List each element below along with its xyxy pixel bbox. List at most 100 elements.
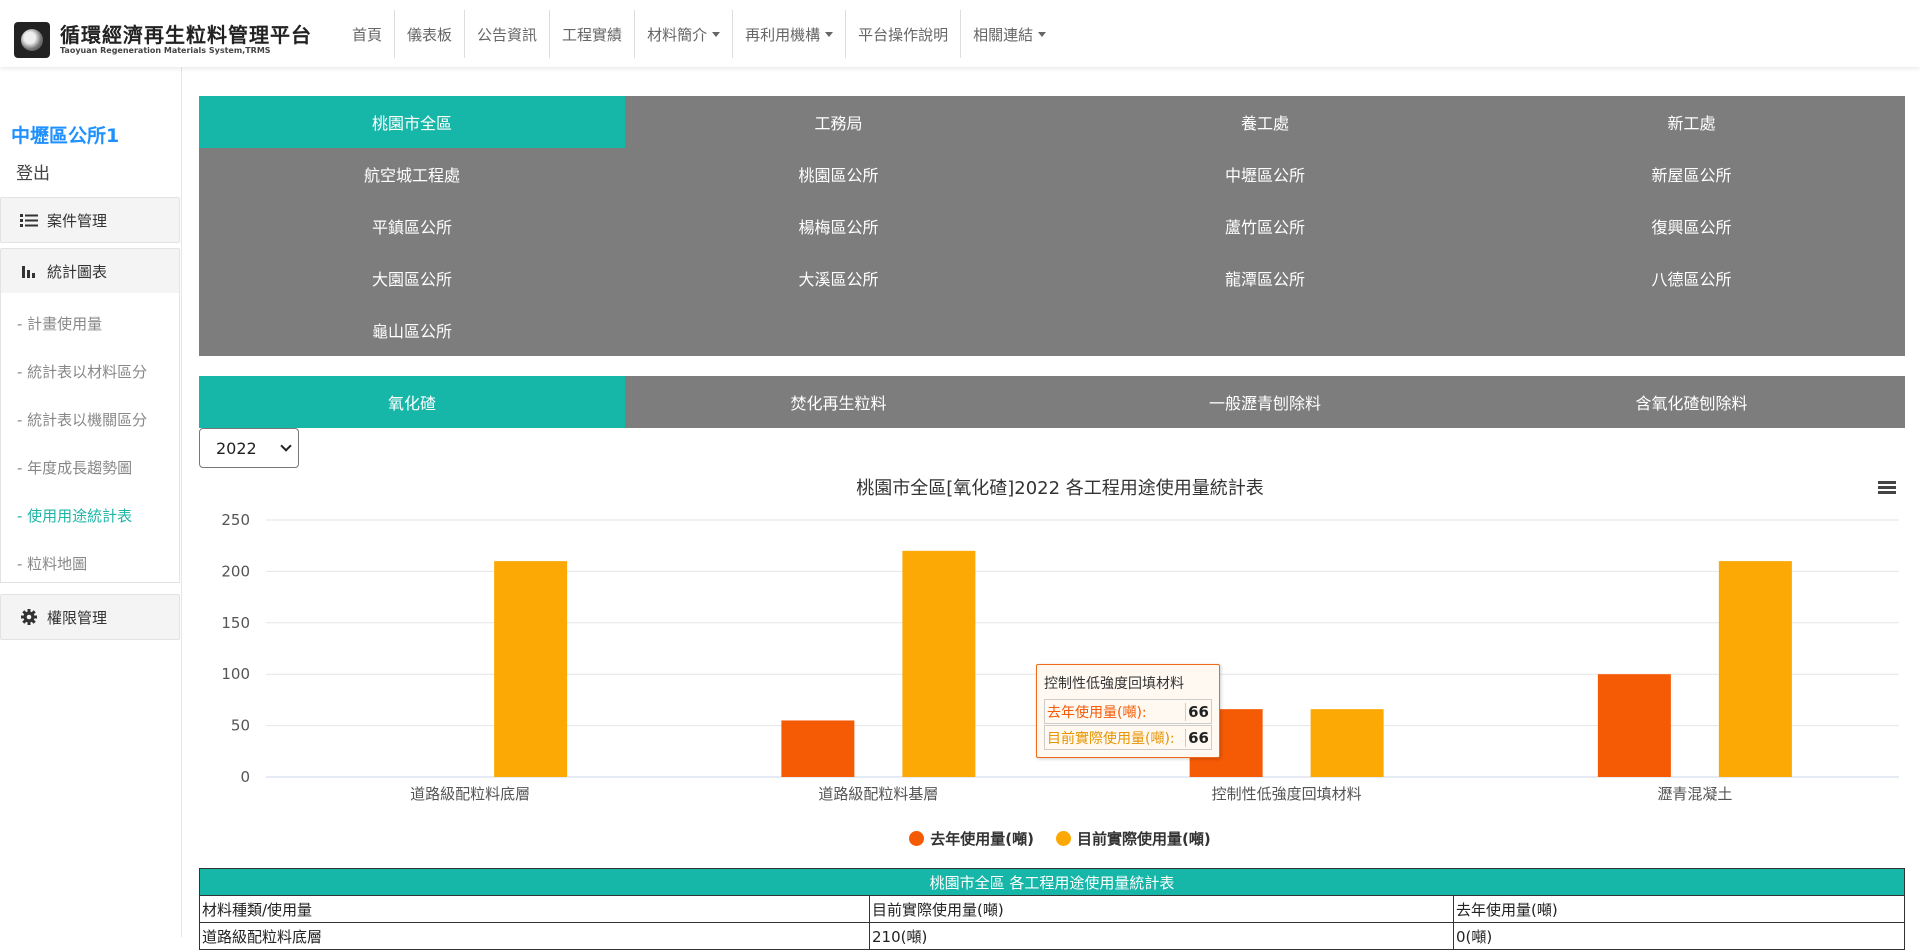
- agency-tab[interactable]: 桃園區公所: [626, 148, 1052, 200]
- year-select[interactable]: 2022: [199, 428, 299, 468]
- y-tick-label: 250: [221, 511, 250, 529]
- agency-tab[interactable]: 復興區公所: [1479, 200, 1905, 252]
- material-tab[interactable]: 一般瀝青刨除料: [1052, 376, 1478, 428]
- nav-item[interactable]: 儀表板: [395, 10, 466, 58]
- x-tick-label: 瀝青混凝土: [1657, 785, 1732, 803]
- legend-label: 目前實際使用量(噸): [1077, 830, 1211, 848]
- bar-last-year[interactable]: [1597, 674, 1671, 777]
- x-tick-label: 道路級配粒料基層: [818, 785, 938, 803]
- nav-item-label: 首頁: [352, 25, 383, 44]
- chart-tooltip: 控制性低強度回填材料 去年使用量(噸): 66 目前實際使用量(噸): 66: [1036, 664, 1220, 758]
- sidebar-link-material-map[interactable]: - 粒料地圖: [17, 553, 87, 574]
- nav-item[interactable]: 再利用機構: [733, 10, 847, 58]
- sidebar-link-annual-trend[interactable]: - 年度成長趨勢圖: [17, 457, 132, 478]
- caret-down-icon: [1038, 31, 1047, 37]
- tooltip-label: 去年使用量(噸):: [1047, 704, 1147, 721]
- y-tick-label: 100: [221, 665, 250, 683]
- agency-tab[interactable]: 龜山區公所: [199, 304, 625, 356]
- sidebar-group-permissions[interactable]: 權限管理: [0, 594, 180, 640]
- bar-chart-icon: [19, 264, 39, 279]
- legend-marker: [909, 831, 925, 846]
- sidebar-group-label: 統計圖表: [47, 262, 108, 281]
- agency-tab[interactable]: 蘆竹區公所: [1052, 200, 1478, 252]
- caret-down-icon: [712, 31, 721, 37]
- sidebar-link-by-agency[interactable]: - 統計表以機關區分: [17, 409, 147, 430]
- logo-icon: [14, 22, 50, 58]
- agency-tab[interactable]: 養工處: [1052, 96, 1478, 148]
- site-logo[interactable]: 循環經濟再生粒料管理平台 Taoyuan Regeneration Materi…: [14, 22, 312, 58]
- sidebar-group-label: 權限管理: [47, 608, 108, 627]
- chart-title: 桃園市全區[氧化碴]2022 各工程用途使用量統計表: [856, 478, 1264, 499]
- nav-item-label: 再利用機構: [745, 25, 821, 44]
- x-tick-label: 道路級配粒料底層: [410, 785, 530, 803]
- material-tab[interactable]: 氧化碴: [199, 376, 625, 428]
- list-icon: [19, 213, 39, 228]
- nav-item[interactable]: 相關連結: [961, 10, 1058, 58]
- x-tick-label: 控制性低強度回填材料: [1212, 785, 1362, 803]
- nav-item-label: 材料簡介: [647, 25, 708, 44]
- table-cell: 0(噸): [1453, 922, 1905, 950]
- nav-item-label: 相關連結: [973, 25, 1034, 44]
- user-name: 中壢區公所1: [11, 125, 120, 147]
- sidebar-link-by-material[interactable]: - 統計表以材料區分: [17, 361, 147, 382]
- agency-tab[interactable]: 龍潭區公所: [1052, 252, 1478, 304]
- nav-item[interactable]: 公告資訊: [465, 10, 551, 58]
- chart-menu-icon[interactable]: [1878, 481, 1896, 495]
- y-tick-label: 50: [231, 717, 250, 735]
- sidebar-link-usage-purpose[interactable]: - 使用用途統計表: [17, 505, 132, 526]
- material-tab[interactable]: 焚化再生粒料: [626, 376, 1052, 428]
- nav-item[interactable]: 材料簡介: [635, 10, 734, 58]
- usage-table: 桃園市全區 各工程用途使用量統計表 材料種類/使用量 目前實際使用量(噸) 去年…: [199, 868, 1905, 950]
- legend-label: 去年使用量(噸): [930, 830, 1034, 848]
- agency-tab[interactable]: 楊梅區公所: [626, 200, 1052, 252]
- legend-item[interactable]: 去年使用量(噸): [909, 828, 1034, 849]
- nav-item[interactable]: 工程實績: [550, 10, 636, 58]
- table-header-current: 目前實際使用量(噸): [869, 895, 1454, 923]
- material-tab[interactable]: 含氧化碴刨除料: [1479, 376, 1905, 428]
- agency-tab[interactable]: 平鎮區公所: [199, 200, 625, 252]
- table-header-last-year: 去年使用量(噸): [1453, 895, 1905, 923]
- y-tick-label: 200: [221, 562, 250, 580]
- material-tab-bar: 氧化碴 焚化再生粒料 一般瀝青刨除料 含氧化碴刨除料: [199, 376, 1905, 428]
- table-cell: 210(噸): [869, 922, 1454, 950]
- bar-current[interactable]: [902, 550, 976, 777]
- caret-down-icon: [825, 31, 834, 37]
- table-header-material: 材料種類/使用量: [199, 895, 870, 923]
- nav-item-label: 工程實績: [562, 25, 623, 44]
- logout-link[interactable]: 登出: [16, 159, 50, 184]
- bar-current[interactable]: [1310, 709, 1384, 777]
- statistics-submenu: - 計畫使用量 - 統計表以材料區分 - 統計表以機關區分 - 年度成長趨勢圖 …: [0, 293, 180, 583]
- agency-tab[interactable]: 新屋區公所: [1479, 148, 1905, 200]
- usage-bar-chart: 0 50 100 150 200 250 道路級配粒料底層 道路級配粒料基層 控制性低強度回填材…: [221, 511, 1899, 803]
- agency-tab-grid: 桃園市全區 工務局 養工處 新工處航空城工程處 桃園區公所 中壢區公所 新屋區公所平鎮區公所…: [199, 96, 1905, 356]
- sidebar-link-plan-usage[interactable]: - 計畫使用量: [17, 313, 102, 334]
- agency-tab[interactable]: 航空城工程處: [199, 148, 625, 200]
- agency-tab[interactable]: 中壢區公所: [1052, 148, 1478, 200]
- tooltip-value: 66: [1185, 728, 1211, 747]
- agency-tab[interactable]: 八德區公所: [1479, 252, 1905, 304]
- sidebar-group-case-management[interactable]: 案件管理: [0, 197, 180, 243]
- agency-tab[interactable]: 新工處: [1479, 96, 1905, 148]
- bar-current[interactable]: [494, 561, 568, 777]
- agency-tab[interactable]: 工務局: [626, 96, 1052, 148]
- agency-tab[interactable]: 大溪區公所: [626, 252, 1052, 304]
- tooltip-row: 目前實際使用量(噸): 66: [1044, 725, 1212, 750]
- nav-item[interactable]: 平台操作說明: [846, 10, 962, 58]
- bar-last-year[interactable]: [781, 720, 855, 777]
- year-select-value: 2022: [216, 438, 257, 458]
- tooltip-title: 控制性低強度回填材料: [1044, 676, 1184, 692]
- table-caption: 桃園市全區 各工程用途使用量統計表: [199, 868, 1905, 896]
- nav-item[interactable]: 首頁: [340, 10, 396, 58]
- table-row: 道路級配粒料底層 210(噸) 0(噸): [199, 922, 1905, 950]
- gear-icon: [19, 608, 39, 626]
- legend-item[interactable]: 目前實際使用量(噸): [1056, 828, 1211, 849]
- chevron-down-icon: [280, 440, 292, 452]
- agency-tab[interactable]: 大園區公所: [199, 252, 625, 304]
- sidebar-group-statistics[interactable]: 統計圖表: [0, 248, 180, 294]
- logo-subtitle: Taoyuan Regeneration Materials System,TR…: [60, 46, 271, 55]
- nav-item-label: 公告資訊: [477, 25, 538, 44]
- logo-title: 循環經濟再生粒料管理平台: [60, 23, 312, 47]
- main-nav: 首頁 儀表板 公告資訊 工程實績 材料簡介 再利用機構 平台操作說明 相關連結: [340, 10, 1058, 58]
- agency-tab[interactable]: 桃園市全區: [199, 96, 625, 148]
- bar-current[interactable]: [1718, 561, 1792, 777]
